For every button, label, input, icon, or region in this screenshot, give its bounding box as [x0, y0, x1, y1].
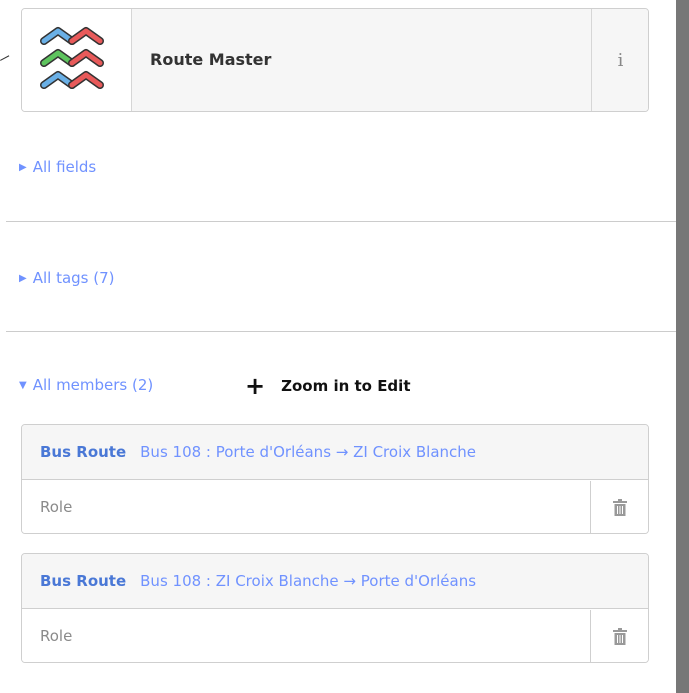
- role-input[interactable]: [22, 610, 590, 662]
- triangle-right-icon: ▶: [19, 272, 27, 284]
- preset-name-button[interactable]: Route Master: [132, 9, 591, 111]
- all-fields-toggle[interactable]: ▶ All fields: [19, 158, 96, 176]
- preset-header: Route Master i: [21, 8, 649, 112]
- member-item: Bus Route Bus 108 : ZI Croix Blanche → P…: [21, 553, 649, 663]
- leader-line: [0, 55, 10, 61]
- member-name[interactable]: Bus 108 : Porte d'Orléans → ZI Croix Bla…: [140, 443, 476, 461]
- member-label[interactable]: Bus Route Bus 108 : Porte d'Orléans → ZI…: [22, 425, 648, 480]
- all-tags-toggle[interactable]: ▶ All tags (7): [19, 269, 115, 287]
- divider: [6, 221, 676, 222]
- preset-name: Route Master: [150, 50, 272, 69]
- member-type: Bus Route: [40, 443, 127, 461]
- triangle-right-icon: ▶: [19, 161, 27, 173]
- member-label[interactable]: Bus Route Bus 108 : ZI Croix Blanche → P…: [22, 554, 648, 609]
- triangle-down-icon: ▼: [19, 379, 27, 391]
- zoom-to-edit-button[interactable]: + Zoom in to Edit: [245, 374, 410, 398]
- member-name[interactable]: Bus 108 : ZI Croix Blanche → Porte d'Orl…: [140, 572, 476, 590]
- info-icon: i: [617, 49, 624, 71]
- preset-icon-button[interactable]: [22, 9, 132, 111]
- member-type: Bus Route: [40, 572, 127, 590]
- trash-icon: [612, 498, 627, 516]
- trash-icon: [612, 627, 627, 645]
- all-tags-label: All tags (7): [32, 269, 115, 287]
- all-members-toggle[interactable]: ▼ All members (2): [19, 376, 153, 394]
- member-item: Bus Route Bus 108 : Porte d'Orléans → ZI…: [21, 424, 649, 534]
- info-button[interactable]: i: [591, 9, 648, 111]
- remove-member-button[interactable]: [590, 610, 648, 662]
- all-members-label: All members (2): [32, 376, 154, 394]
- all-fields-label: All fields: [32, 158, 97, 176]
- role-input[interactable]: [22, 481, 590, 533]
- plus-icon: +: [245, 372, 266, 400]
- route-master-icon: [40, 27, 104, 89]
- remove-member-button[interactable]: [590, 481, 648, 533]
- zoom-to-edit-label: Zoom in to Edit: [281, 377, 411, 395]
- divider: [6, 331, 676, 332]
- sidebar-resizer[interactable]: [676, 0, 689, 693]
